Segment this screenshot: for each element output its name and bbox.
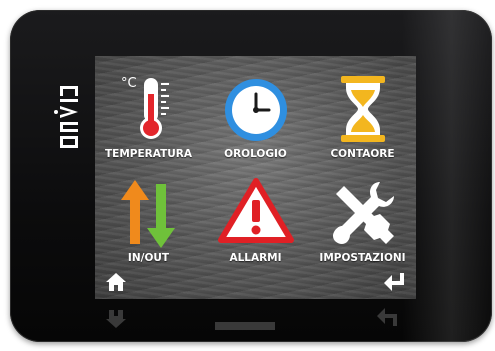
controller-device: °C TEMPERATURA OROLOGIO CONTAORE IN/OUT … (10, 10, 492, 342)
home-icon[interactable] (105, 272, 127, 292)
screen-reflection (95, 300, 416, 340)
menu-label-temperatura: TEMPERATURA (105, 148, 192, 160)
touch-screen: °C TEMPERATURA OROLOGIO CONTAORE IN/OUT … (95, 56, 416, 299)
hourglass-icon (340, 76, 385, 142)
menu-item-contaore[interactable]: CONTAORE (309, 64, 416, 164)
menu-item-temperatura[interactable]: °C TEMPERATURA (95, 64, 202, 164)
menu-item-orologio[interactable]: OROLOGIO (202, 64, 309, 164)
tools-icon (332, 182, 394, 244)
in-out-arrows-icon (120, 180, 175, 248)
menu-label-contaore: CONTAORE (330, 148, 395, 160)
enter-return-icon[interactable] (382, 271, 406, 293)
menu-label-in-out: IN/OUT (127, 252, 170, 264)
menu-label-orologio: OROLOGIO (224, 148, 287, 160)
thermometer-icon: °C (121, 76, 169, 139)
evco-logo (54, 86, 78, 148)
menu-item-in-out[interactable]: IN/OUT (95, 168, 202, 268)
menu-label-impostazioni: IMPOSTAZIONI (319, 252, 406, 264)
thermometer-unit: °C (121, 76, 137, 91)
clock-icon (224, 79, 287, 141)
menu-label-allarmi: ALLARMI (229, 252, 282, 264)
menu-item-impostazioni[interactable]: IMPOSTAZIONI (309, 168, 416, 268)
warning-triangle-icon (217, 178, 294, 243)
menu-item-allarmi[interactable]: ALLARMI (202, 168, 309, 268)
